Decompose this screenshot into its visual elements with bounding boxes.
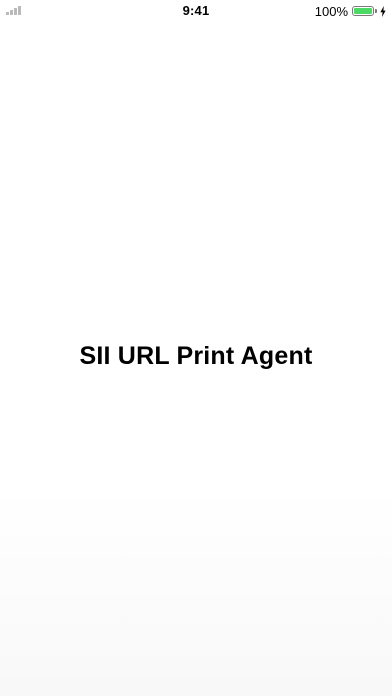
battery-nub <box>375 9 377 13</box>
battery-fill <box>354 8 372 14</box>
battery-icon <box>352 6 374 16</box>
charging-bolt-icon <box>380 5 386 17</box>
splash-screen: 9:41 100% SII URL Print Agent <box>0 0 392 696</box>
app-title: SII URL Print Agent <box>79 342 313 370</box>
battery-percent: 100% <box>314 3 348 19</box>
status-bar: 9:41 100% <box>0 0 392 22</box>
battery-indicator: 100% <box>315 3 386 19</box>
